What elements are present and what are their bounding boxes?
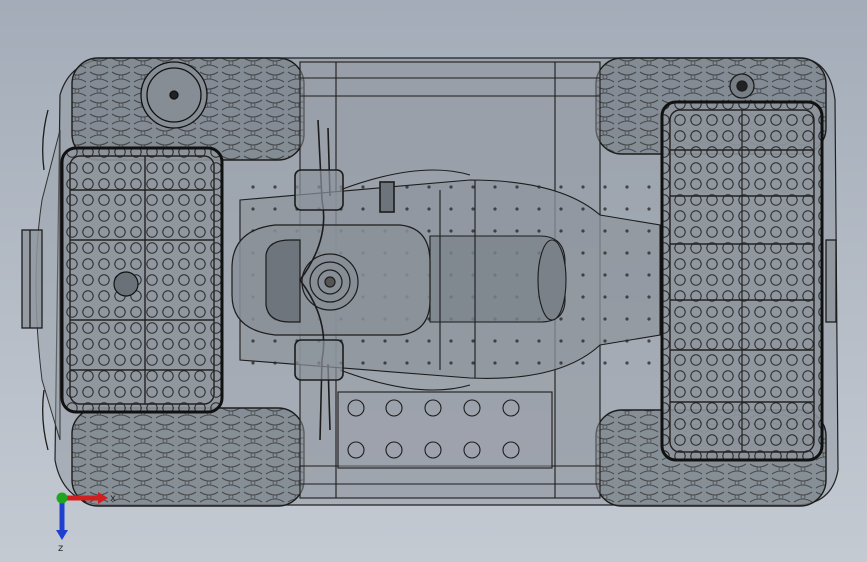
fuel-cap — [140, 61, 208, 129]
coordinate-triad: x z — [56, 492, 116, 553]
cad-3d-viewport[interactable]: x z — [0, 0, 867, 562]
z-axis-label: z — [58, 543, 63, 553]
y-axis-icon — [56, 492, 68, 504]
front-cargo-rack — [60, 146, 224, 414]
x-axis-arrow-icon — [98, 492, 108, 504]
atv-wireframe-model[interactable] — [0, 0, 867, 562]
z-axis-arrow-icon — [56, 530, 68, 540]
seat-engine-housing — [231, 224, 431, 336]
x-axis-label: x — [110, 493, 116, 504]
rear-cargo-rack — [660, 100, 824, 462]
